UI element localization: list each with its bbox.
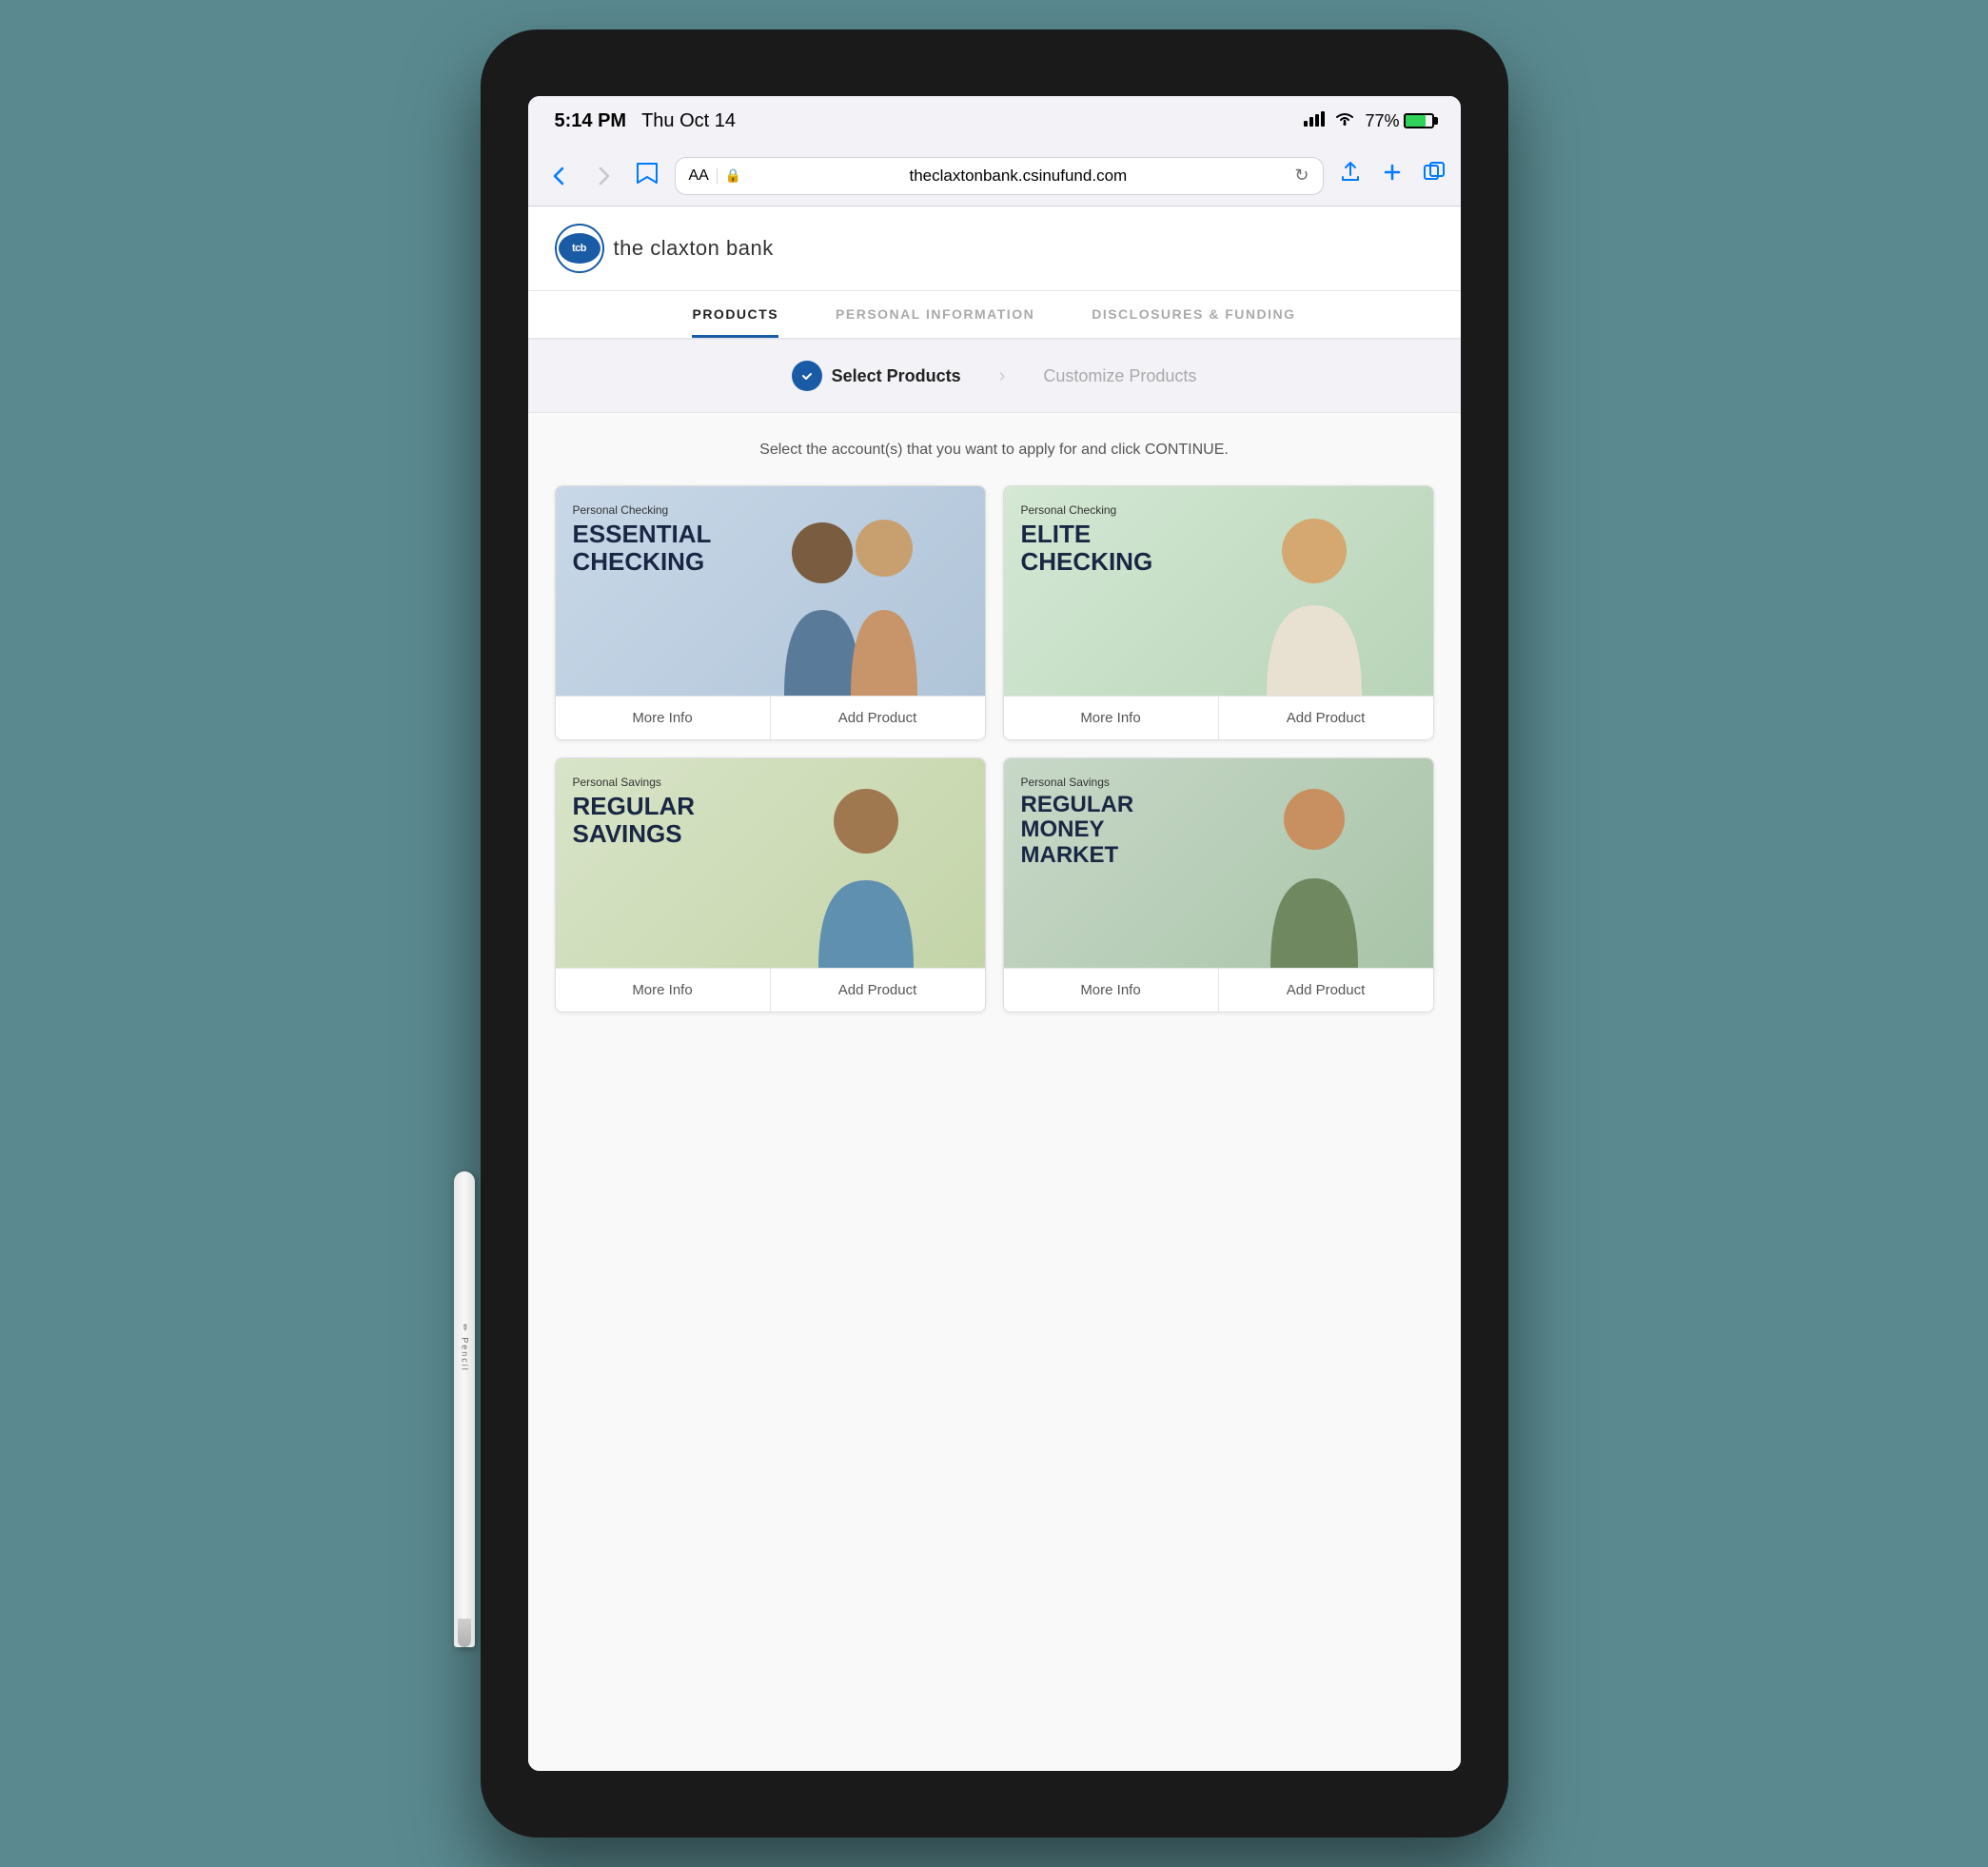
step-disclosures[interactable]: DISCLOSURES & FUNDING <box>1092 306 1295 338</box>
add-product-money-market[interactable]: Add Product <box>1219 969 1433 1012</box>
card-title-money-market: REGULARMONEYMARKET <box>1021 793 1134 868</box>
page-content: tcb the claxton bank PRODUCTS PERSONAL I… <box>528 206 1461 1771</box>
status-date: Thu Oct 14 <box>641 110 736 132</box>
signal-icon <box>1304 111 1325 131</box>
aa-button[interactable]: AA <box>689 167 709 185</box>
battery-percentage: 77% <box>1365 111 1399 131</box>
ipad-screen: 5:14 PM Thu Oct 14 <box>528 96 1461 1771</box>
product-card-essential: Personal Checking ESSENTIALCHECKING <box>555 485 986 740</box>
product-card-money-market: Personal Savings REGULARMONEYMARKET <box>1003 757 1434 1012</box>
add-product-essential[interactable]: Add Product <box>771 697 985 739</box>
tcb-badge: tcb <box>555 224 604 273</box>
wifi-icon <box>1334 111 1355 131</box>
card-overlay-money-market: Personal Savings REGULARMONEYMARKET <box>1004 758 1151 885</box>
forward-button[interactable] <box>589 161 620 191</box>
select-products-label: Select Products <box>832 366 961 386</box>
step-products[interactable]: PRODUCTS <box>692 306 778 338</box>
product-grid: Personal Checking ESSENTIALCHECKING <box>555 485 1434 1012</box>
ipad-frame: ✏ Pencil 5:14 PM Thu Oct 14 <box>481 29 1508 1838</box>
pencil-tip <box>458 1619 471 1647</box>
browser-actions <box>1339 161 1446 190</box>
more-info-savings[interactable]: More Info <box>556 969 771 1012</box>
browser-bar: AA 🔒 theclaxtonbank.csinufund.com ↻ <box>528 146 1461 206</box>
battery-icon <box>1404 113 1434 128</box>
status-time: 5:14 PM <box>555 110 627 132</box>
back-button[interactable] <box>543 161 574 191</box>
product-card-savings: Personal Savings REGULARSAVINGS <box>555 757 986 1012</box>
tabs-button[interactable] <box>1423 161 1446 190</box>
bookmarks-button[interactable] <box>635 162 659 190</box>
bank-name: the claxton bank <box>614 236 774 261</box>
add-tab-button[interactable] <box>1381 161 1404 190</box>
card-category-essential: Personal Checking <box>573 503 712 517</box>
main-area: Select the account(s) that you want to a… <box>528 413 1461 1771</box>
more-info-money-market[interactable]: More Info <box>1004 969 1219 1012</box>
card-actions-money-market: More Info Add Product <box>1004 968 1433 1012</box>
card-image-savings: Personal Savings REGULARSAVINGS <box>556 758 985 968</box>
product-card-elite: Personal Checking ELITECHECKING <box>1003 485 1434 740</box>
apple-pencil: ✏ Pencil <box>454 1171 475 1647</box>
add-product-elite[interactable]: Add Product <box>1219 697 1433 739</box>
bank-header: tcb the claxton bank <box>528 206 1461 291</box>
battery-indicator: 77% <box>1365 111 1433 131</box>
card-overlay-elite: Personal Checking ELITECHECKING <box>1004 486 1171 592</box>
add-product-savings[interactable]: Add Product <box>771 969 985 1012</box>
battery-fill <box>1406 115 1427 127</box>
status-bar: 5:14 PM Thu Oct 14 <box>528 96 1461 146</box>
step-personal-info[interactable]: PERSONAL INFORMATION <box>836 306 1034 338</box>
more-info-elite[interactable]: More Info <box>1004 697 1219 739</box>
card-image-money-market: Personal Savings REGULARMONEYMARKET <box>1004 758 1433 968</box>
sub-step-divider: › <box>999 365 1006 387</box>
card-category-elite: Personal Checking <box>1021 503 1153 517</box>
instruction-text: Select the account(s) that you want to a… <box>555 442 1434 459</box>
card-overlay-savings: Personal Savings REGULARSAVINGS <box>556 758 713 864</box>
card-title-savings: REGULARSAVINGS <box>573 793 696 847</box>
share-button[interactable] <box>1339 161 1362 190</box>
reload-button[interactable]: ↻ <box>1294 166 1309 186</box>
card-actions-elite: More Info Add Product <box>1004 696 1433 739</box>
card-overlay-essential: Personal Checking ESSENTIALCHECKING <box>556 486 729 592</box>
sub-steps: Select Products › Customize Products <box>528 340 1461 413</box>
select-products-icon <box>792 361 822 391</box>
card-actions-savings: More Info Add Product <box>556 968 985 1012</box>
card-title-essential: ESSENTIALCHECKING <box>573 521 712 575</box>
bank-logo: tcb the claxton bank <box>555 224 774 273</box>
step-nav: PRODUCTS PERSONAL INFORMATION DISCLOSURE… <box>528 291 1461 340</box>
pencil-label: ✏ Pencil <box>459 1324 469 1372</box>
card-image-elite: Personal Checking ELITECHECKING <box>1004 486 1433 696</box>
card-category-money-market: Personal Savings <box>1021 776 1134 789</box>
sub-step-customize[interactable]: Customize Products <box>1043 366 1196 386</box>
status-icons: 77% <box>1304 111 1433 131</box>
card-title-elite: ELITECHECKING <box>1021 521 1153 575</box>
customize-products-label: Customize Products <box>1043 366 1196 386</box>
sub-step-select[interactable]: Select Products <box>792 361 961 391</box>
url-text[interactable]: theclaxtonbank.csinufund.com <box>749 167 1287 186</box>
url-bar[interactable]: AA 🔒 theclaxtonbank.csinufund.com ↻ <box>675 157 1324 195</box>
card-image-essential: Personal Checking ESSENTIALCHECKING <box>556 486 985 696</box>
lock-icon: 🔒 <box>725 167 741 184</box>
tcb-inner: tcb <box>559 233 600 264</box>
card-category-savings: Personal Savings <box>573 776 696 789</box>
more-info-essential[interactable]: More Info <box>556 697 771 739</box>
tcb-text: tcb <box>572 243 586 254</box>
card-actions-essential: More Info Add Product <box>556 696 985 739</box>
